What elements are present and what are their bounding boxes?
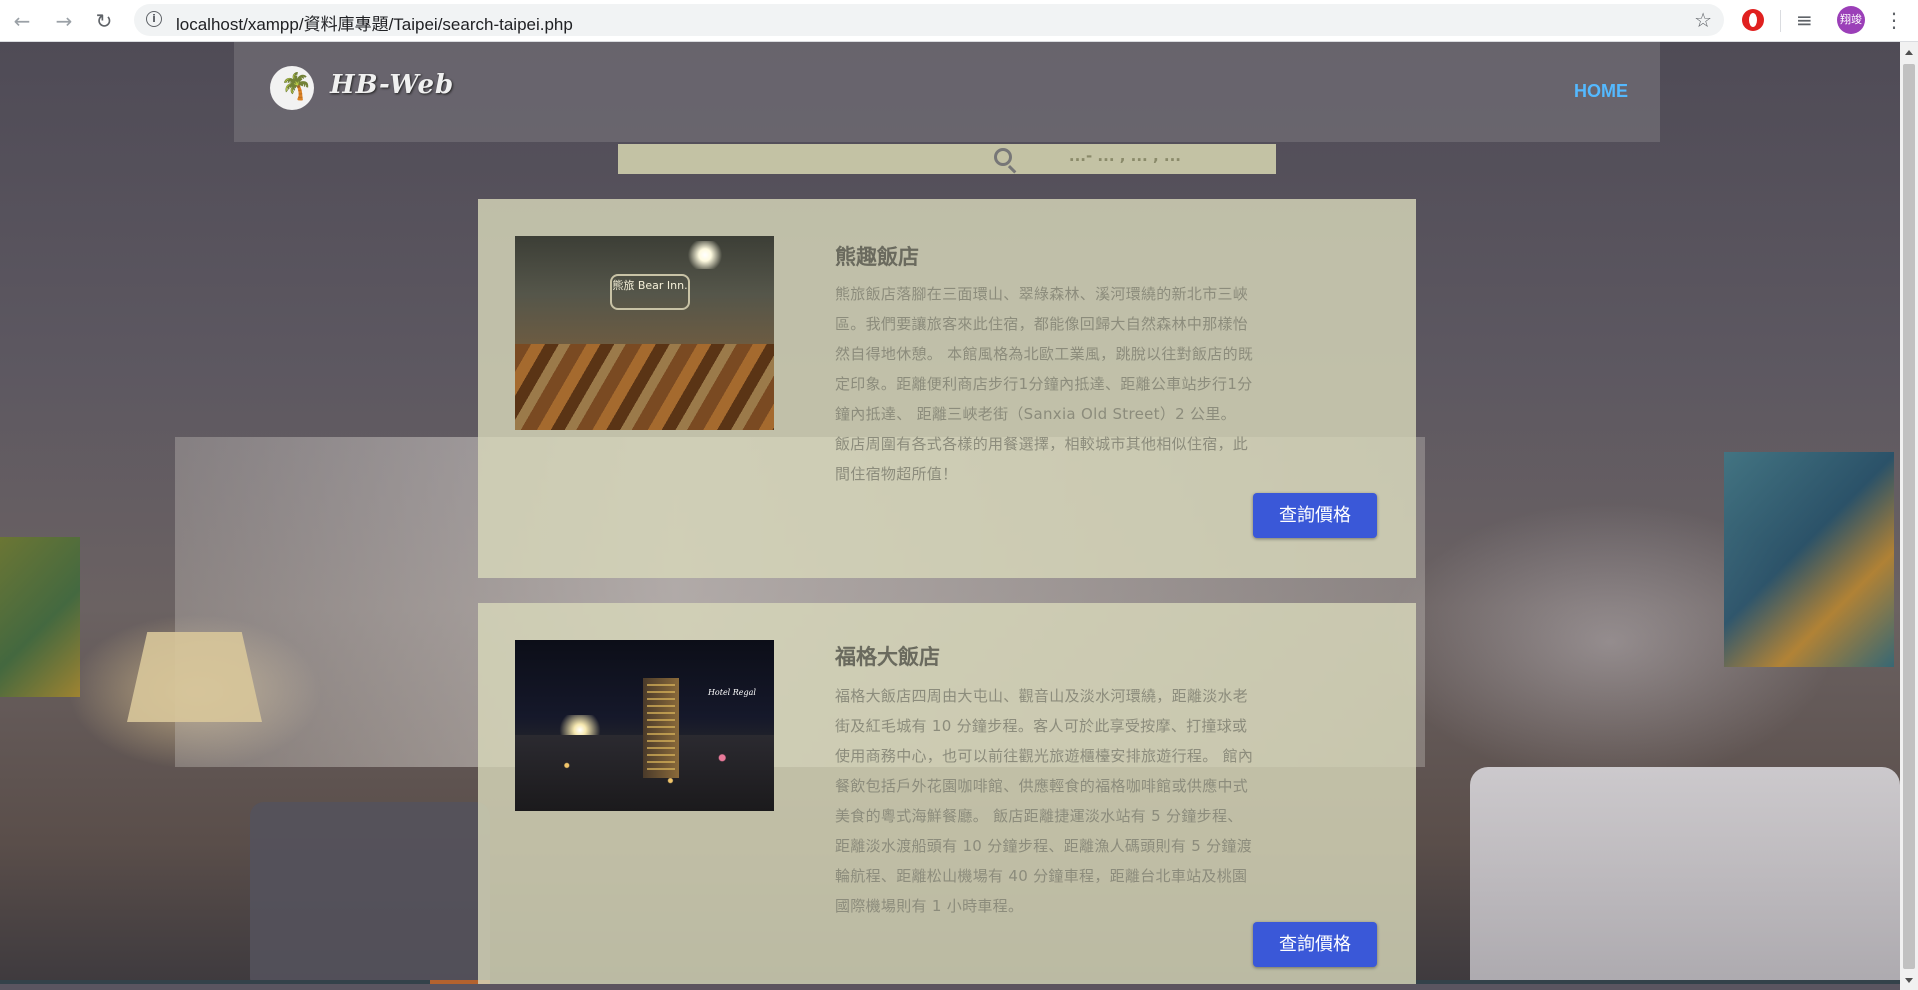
hotel-description: 福格大飯店四周由大屯山、觀音山及淡水河環繞，距離淡水老街及紅毛城有 10 分鐘步… bbox=[835, 687, 1254, 915]
search-icon[interactable] bbox=[994, 148, 1012, 166]
page-viewport: 🌴 HB-Web HOME ...- ... , ... , ... 熊旅 Be… bbox=[0, 42, 1900, 984]
reload-icon[interactable]: ↻ bbox=[92, 9, 116, 33]
address-bar[interactable]: i localhost/xampp/資料庫專題/Taipei/search-ta… bbox=[134, 4, 1724, 36]
check-price-button[interactable]: 查詢價格 bbox=[1253, 922, 1377, 967]
logo-palm-icon[interactable]: 🌴 bbox=[270, 66, 314, 110]
site-info-icon[interactable]: i bbox=[146, 11, 162, 27]
hotel-name: 熊趣飯店 bbox=[835, 244, 919, 269]
hotel-description: 熊旅飯店落腳在三面環山、翠綠森林、溪河環繞的新北市三峽區。我們要讓旅客來此住宿，… bbox=[835, 285, 1254, 483]
address-url[interactable]: localhost/xampp/資料庫專題/Taipei/search-taip… bbox=[176, 10, 573, 35]
search-input[interactable]: ...- ... , ... , ... bbox=[1069, 147, 1181, 165]
background-painting-left bbox=[0, 537, 80, 697]
hotel-photo: 熊旅 Bear Inn. bbox=[515, 236, 774, 430]
ceiling-light bbox=[685, 241, 725, 269]
reception-counter bbox=[515, 344, 774, 430]
scroll-down-arrow-icon[interactable] bbox=[1905, 978, 1913, 983]
browser-toolbar: ← → ↻ i localhost/xampp/資料庫專題/Taipei/sea… bbox=[0, 0, 1918, 42]
hotel-photo-sign: 熊旅 Bear Inn. bbox=[610, 274, 690, 310]
hotel-card: 熊旅 Bear Inn. 熊趣飯店 熊旅飯店落腳在三面環山、翠綠森林、溪河環繞的… bbox=[478, 199, 1416, 578]
background-bed bbox=[1470, 767, 1900, 984]
check-price-button[interactable]: 查詢價格 bbox=[1253, 493, 1377, 538]
nav-home-link[interactable]: HOME bbox=[1574, 81, 1628, 102]
scroll-up-arrow-icon[interactable] bbox=[1905, 50, 1913, 55]
background-armchair bbox=[250, 802, 490, 984]
back-arrow-icon[interactable]: ← bbox=[10, 9, 34, 33]
hotel-photo-mark: Hotel Regal bbox=[707, 688, 756, 697]
toolbar-divider bbox=[1780, 10, 1781, 32]
page-scrollbar[interactable] bbox=[1900, 42, 1918, 990]
background-painting-right bbox=[1724, 452, 1894, 667]
hotel-photo: Hotel Regal bbox=[515, 640, 774, 811]
browser-menu-icon[interactable]: ⋮ bbox=[1884, 7, 1904, 33]
bookmark-star-icon[interactable]: ☆ bbox=[1694, 8, 1712, 32]
media-queue-icon[interactable]: ≡ bbox=[1796, 9, 1818, 31]
background-lamp bbox=[127, 632, 262, 722]
profile-avatar[interactable]: 翔竣 bbox=[1837, 6, 1865, 34]
hotel-card: Hotel Regal 福格大飯店 福格大飯店四周由大屯山、觀音山及淡水河環繞，… bbox=[478, 603, 1416, 984]
site-header: 🌴 HB-Web HOME bbox=[234, 42, 1660, 142]
forward-arrow-icon[interactable]: → bbox=[52, 9, 76, 33]
hotel-name: 福格大飯店 bbox=[835, 644, 940, 669]
opera-extension-icon[interactable] bbox=[1742, 9, 1764, 31]
hotel-tower bbox=[643, 678, 679, 778]
logo-text[interactable]: HB-Web bbox=[330, 70, 454, 100]
search-bar[interactable]: ...- ... , ... , ... bbox=[618, 144, 1276, 174]
scroll-thumb[interactable] bbox=[1903, 64, 1915, 969]
